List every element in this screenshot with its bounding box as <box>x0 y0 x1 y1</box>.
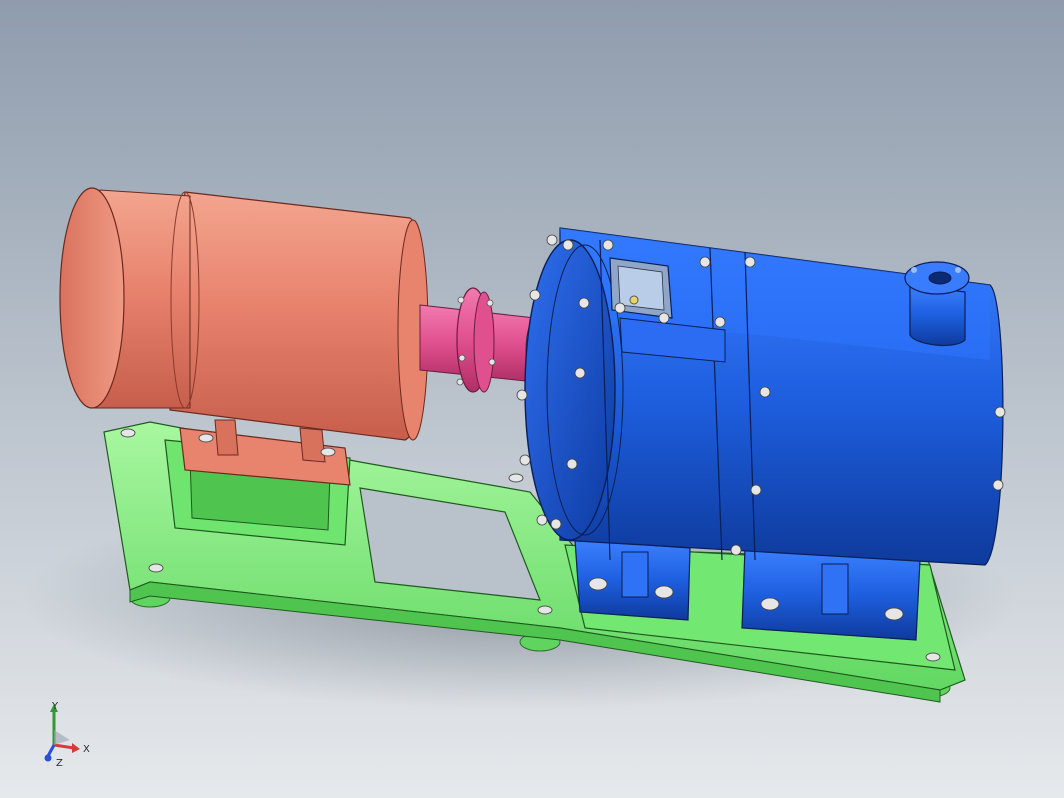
z-axis-line <box>46 744 56 757</box>
z-axis-label: Z <box>56 758 63 769</box>
cad-viewport[interactable]: Y X Z <box>0 0 1064 798</box>
motor-housing <box>169 191 427 441</box>
x-axis-line <box>53 743 75 750</box>
y-axis-label: Y <box>51 701 59 712</box>
x-axis-arrow <box>72 743 80 753</box>
pump-motor-assembly-model[interactable] <box>0 0 1064 798</box>
x-axis-label: X <box>83 744 90 755</box>
z-axis-tip <box>44 754 52 762</box>
triad-plane <box>54 730 70 745</box>
coordinate-triad[interactable]: Y X Z <box>38 700 98 770</box>
